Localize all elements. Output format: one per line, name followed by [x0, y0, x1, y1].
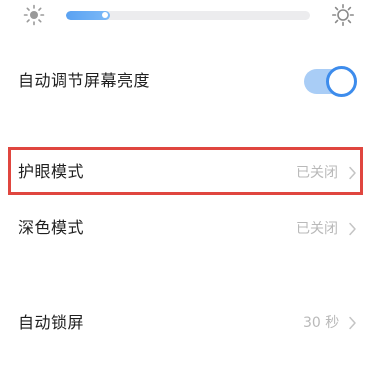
- auto-brightness-label: 自动调节屏幕亮度: [18, 71, 151, 90]
- toggle-knob: [326, 66, 357, 97]
- brightness-slider-thumb[interactable]: [101, 12, 108, 18]
- auto-brightness-toggle[interactable]: [304, 66, 357, 97]
- brightness-low-icon: [23, 4, 45, 26]
- dark-mode-label[interactable]: 深色模式: [18, 217, 84, 239]
- eye-care-mode-label[interactable]: 护眼模式: [18, 161, 84, 183]
- chevron-right-icon: [349, 222, 356, 236]
- eye-care-mode-status: 已关闭: [296, 165, 338, 181]
- auto-lock-label[interactable]: 自动锁屏: [18, 312, 84, 334]
- dark-mode-status: 已关闭: [296, 221, 338, 237]
- chevron-right-icon: [349, 166, 356, 180]
- chevron-right-icon: [349, 316, 356, 330]
- brightness-slider[interactable]: [66, 11, 310, 20]
- brightness-high-icon: [332, 4, 354, 26]
- auto-lock-duration: 30 秒: [303, 315, 340, 331]
